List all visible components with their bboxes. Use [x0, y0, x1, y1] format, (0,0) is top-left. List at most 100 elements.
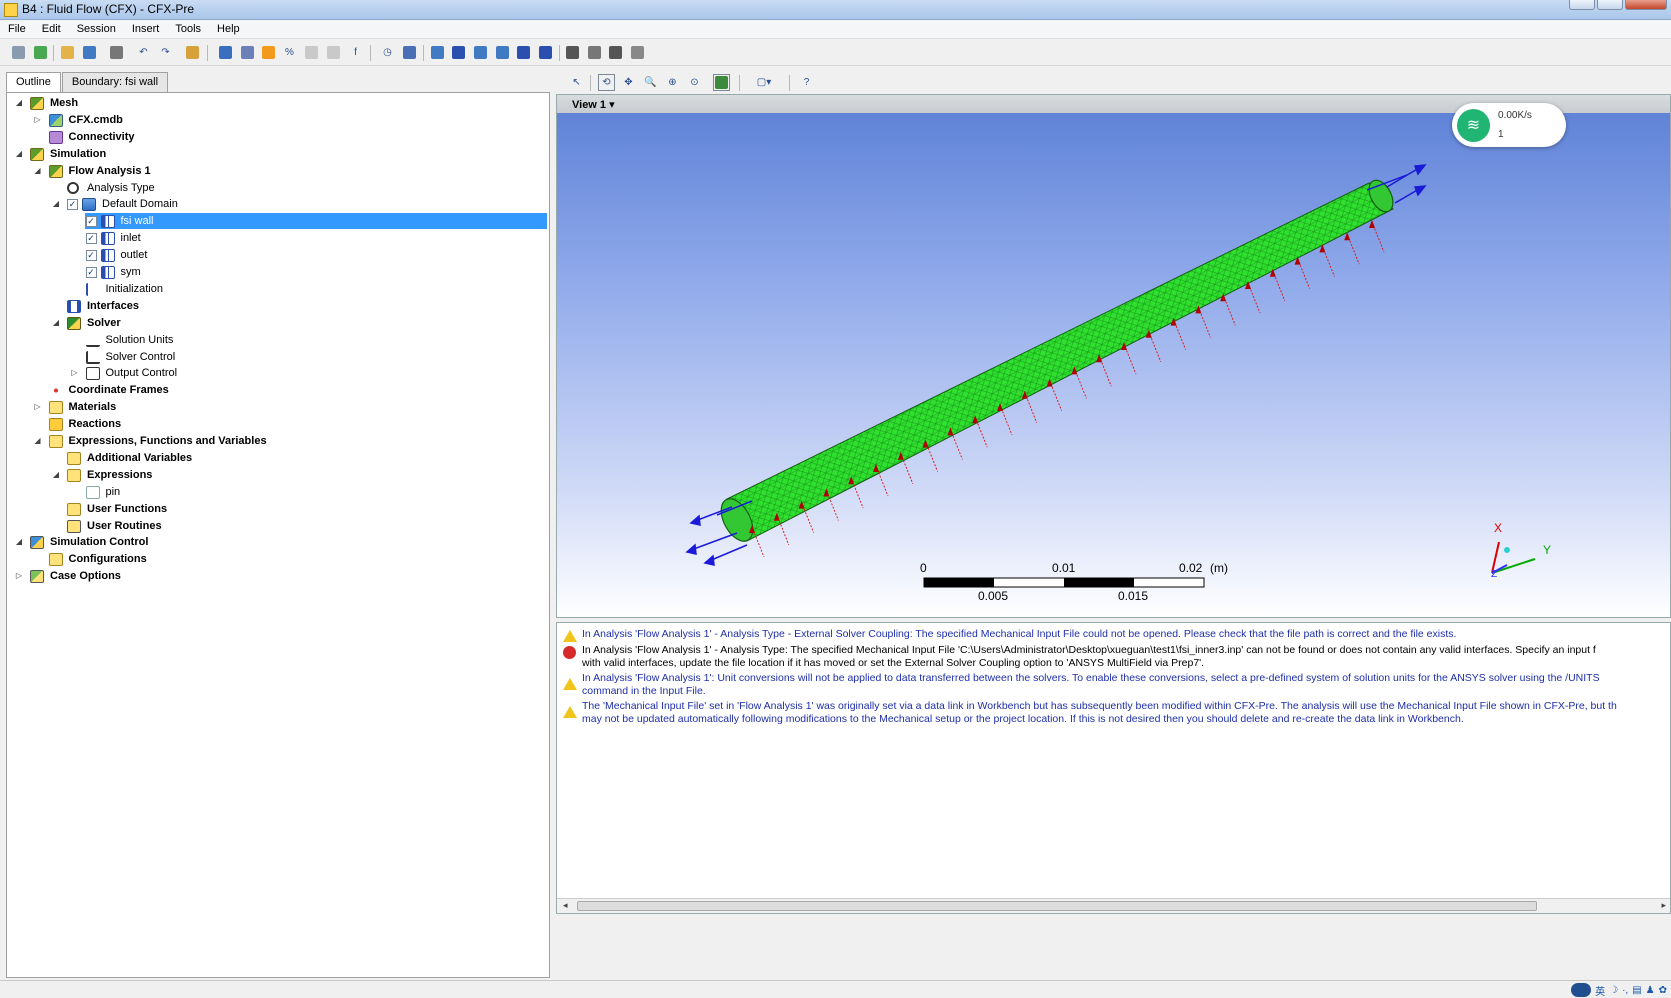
tree-item-expressions[interactable]: ◢ Expressions: [7, 467, 549, 484]
expand-arrow-icon[interactable]: ▷: [34, 115, 42, 124]
tree-item-solver-control[interactable]: Solver Control: [7, 349, 549, 366]
zoom-fit-icon[interactable]: ⊙: [686, 74, 703, 91]
toggle-display-icon[interactable]: [713, 74, 730, 91]
tree-item-inlet[interactable]: ✓ inlet: [7, 230, 549, 247]
pan-icon[interactable]: ✥: [620, 74, 637, 91]
visibility-checkbox[interactable]: ✓: [67, 199, 78, 211]
close-button[interactable]: [1625, 0, 1667, 10]
domain-tool-icon[interactable]: [217, 44, 234, 61]
tree-item-simulation[interactable]: ◢ Simulation: [7, 146, 549, 163]
zoom-icon[interactable]: 🔍: [642, 74, 659, 91]
tree-item-configurations[interactable]: Configurations: [7, 551, 549, 568]
tree-item-coordinate-frames[interactable]: Coordinate Frames: [7, 382, 549, 399]
tab-boundary-fsi-wall[interactable]: Boundary: fsi wall: [61, 72, 169, 92]
message-horizontal-scrollbar[interactable]: ◂ ▸: [557, 898, 1670, 913]
zoom-box-icon[interactable]: ⊕: [664, 74, 681, 91]
material-flask-icon[interactable]: [239, 44, 256, 61]
tree-item-initialization[interactable]: Initialization: [7, 281, 549, 298]
tree-item-user-routines[interactable]: User Routines: [7, 518, 549, 535]
analysis-type-icon[interactable]: ◷: [379, 44, 396, 61]
interface-insert-icon[interactable]: [515, 44, 532, 61]
define-run-icon[interactable]: [629, 44, 646, 61]
tree-item-output-control[interactable]: ▷ Output Control: [7, 365, 549, 382]
tree-item-additional-variables[interactable]: Additional Variables: [7, 450, 549, 467]
menu-edit[interactable]: Edit: [34, 21, 69, 38]
output-control-tool-icon[interactable]: [586, 44, 603, 61]
tree-item-simulation-control[interactable]: ◢ Simulation Control: [7, 534, 549, 551]
import-icon[interactable]: [59, 44, 76, 61]
menu-help[interactable]: Help: [209, 21, 248, 38]
tree-item-cfx-cmdb[interactable]: ▷ CFX.cmdb: [7, 112, 549, 129]
visibility-checkbox[interactable]: ✓: [85, 267, 97, 278]
collapse-arrow-icon[interactable]: ◢: [52, 200, 60, 208]
minimize-button[interactable]: [1569, 0, 1595, 10]
menu-insert[interactable]: Insert: [124, 21, 168, 38]
expression-tool-icon[interactable]: [303, 44, 320, 61]
visibility-checkbox[interactable]: ✓: [85, 250, 97, 262]
collapse-arrow-icon[interactable]: ◢: [52, 318, 60, 327]
camera-icon[interactable]: [108, 44, 125, 61]
scroll-left-arrow-icon[interactable]: ◂: [563, 900, 568, 911]
ime-toolbar[interactable]: 英 ☽ ·, ▤ ♟ ✿: [1571, 982, 1667, 998]
rotate-icon[interactable]: ⟲: [598, 74, 615, 91]
expand-arrow-icon[interactable]: ▷: [15, 572, 23, 580]
3d-viewer[interactable]: View 1 ▾ ≋ 0.00K/s 1 0 0.01 0.02 (m) 0.0…: [556, 94, 1671, 618]
tree-item-reactions[interactable]: Reactions: [7, 416, 549, 433]
tree-item-fsi-wall[interactable]: ✓ fsi wall: [7, 213, 549, 230]
tree-item-interfaces[interactable]: Interfaces: [7, 298, 549, 315]
menu-session[interactable]: Session: [69, 21, 124, 38]
menu-file[interactable]: File: [0, 21, 34, 38]
tree-item-default-domain[interactable]: ◢ ✓ Default Domain: [7, 196, 549, 213]
collapse-arrow-icon[interactable]: ◢: [15, 99, 23, 107]
ime-user-icon[interactable]: ♟: [1646, 985, 1655, 996]
user-function-icon[interactable]: f: [347, 44, 364, 61]
viewport-layout-dropdown[interactable]: ▢▾: [751, 74, 777, 91]
tree-item-case-options[interactable]: ▷ Case Options: [7, 568, 549, 585]
additional-variable-icon[interactable]: %: [281, 44, 298, 61]
boundary-insert-icon[interactable]: [450, 44, 467, 61]
ime-keyboard-icon[interactable]: ▤: [1632, 985, 1641, 996]
collapse-arrow-icon[interactable]: ◢: [15, 538, 23, 546]
collapse-arrow-icon[interactable]: ◢: [15, 149, 23, 158]
collapse-arrow-icon[interactable]: ◢: [34, 437, 42, 445]
scroll-right-arrow-icon[interactable]: ▸: [1661, 900, 1666, 911]
ime-settings-icon[interactable]: ✿: [1659, 985, 1667, 996]
tree-item-solver[interactable]: ◢ Solver: [7, 315, 549, 332]
tree-item-flow-analysis-1[interactable]: ◢ Flow Analysis 1: [7, 163, 549, 180]
user-routine-icon[interactable]: [325, 44, 342, 61]
ime-language[interactable]: 英: [1595, 983, 1605, 998]
save-icon[interactable]: [10, 44, 27, 61]
collapse-arrow-icon[interactable]: ◢: [34, 166, 42, 175]
subdomain-icon[interactable]: [472, 44, 489, 61]
tree-item-mesh[interactable]: ◢ Mesh: [7, 95, 549, 112]
scroll-thumb[interactable]: [577, 901, 1537, 911]
network-speed-widget[interactable]: ≋ 0.00K/s 1: [1452, 103, 1566, 147]
tree-item-expressions-functions-and-variables[interactable]: ◢ Expressions, Functions and Variables: [7, 433, 549, 450]
select-cursor-icon[interactable]: ↖: [568, 74, 585, 91]
visibility-checkbox[interactable]: ✓: [85, 233, 97, 245]
mesh-import-icon[interactable]: [184, 44, 201, 61]
tree-item-connectivity[interactable]: Connectivity: [7, 129, 549, 146]
export-icon[interactable]: [81, 44, 98, 61]
solver-control-tool-icon[interactable]: [564, 44, 581, 61]
undo-icon[interactable]: ↶: [135, 44, 152, 61]
ime-punct-icon[interactable]: ·,: [1622, 985, 1628, 996]
tree-item-user-functions[interactable]: User Functions: [7, 501, 549, 518]
reaction-flame-icon[interactable]: [260, 44, 277, 61]
redo-icon[interactable]: ↷: [157, 44, 174, 61]
tree-item-pin[interactable]: pin: [7, 484, 549, 501]
maximize-button[interactable]: [1597, 0, 1623, 10]
tree-item-analysis-type[interactable]: Analysis Type: [7, 180, 549, 197]
collapse-arrow-icon[interactable]: ◢: [52, 470, 60, 479]
domain-insert-icon[interactable]: [429, 44, 446, 61]
tab-outline[interactable]: Outline: [6, 72, 61, 93]
global-init-icon[interactable]: [401, 44, 418, 61]
menu-tools[interactable]: Tools: [167, 21, 209, 38]
tree-item-materials[interactable]: ▷ Materials: [7, 399, 549, 416]
refresh-icon[interactable]: [32, 44, 49, 61]
expand-arrow-icon[interactable]: ▷: [71, 369, 79, 377]
help-query-icon[interactable]: ?: [798, 74, 815, 91]
visibility-checkbox[interactable]: ✓: [85, 216, 97, 228]
tree-item-outlet[interactable]: ✓ outlet: [7, 247, 549, 264]
initialization-insert-icon[interactable]: [537, 44, 554, 61]
